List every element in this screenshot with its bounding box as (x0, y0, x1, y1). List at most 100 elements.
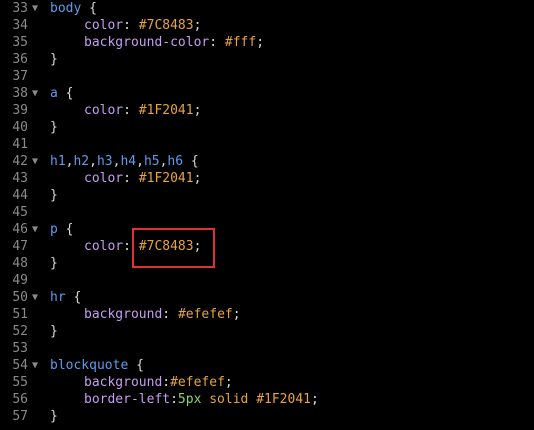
code-token: , (89, 154, 97, 169)
line-number: 43 (12, 171, 28, 186)
code-token: : (123, 103, 139, 118)
code-line[interactable]: 53 (0, 340, 534, 357)
code-token: } (50, 256, 58, 271)
code-token: ; (224, 375, 233, 390)
code-token: h3 (96, 154, 113, 169)
code-token: : (170, 392, 178, 407)
code-line[interactable]: 55 background:#efefef; (0, 374, 534, 391)
code-token: : (123, 171, 139, 186)
code-line[interactable]: 56 border-left:5px solid #1F2041; (0, 391, 534, 408)
code-line[interactable]: 40} (0, 119, 534, 136)
code-line[interactable]: 34 color: #7C8483; (0, 17, 534, 34)
code-line[interactable]: 46 ▼ p { (0, 221, 534, 238)
code-token: background (84, 375, 163, 390)
code-token: } (50, 324, 58, 339)
code-line[interactable]: 33 ▼ body { (0, 0, 534, 17)
code-token: body (50, 1, 82, 16)
code-text: } (50, 408, 58, 425)
line-number: 55 (12, 375, 28, 390)
code-token: #fff (224, 35, 257, 50)
code-token: h6 (167, 154, 184, 169)
code-token: } (50, 409, 58, 424)
line-number: 47 (12, 239, 28, 254)
fold-arrow-icon[interactable]: ▼ (32, 85, 42, 102)
code-token: color (84, 103, 124, 118)
code-text: } (50, 323, 58, 340)
code-text: background: #efefef; (50, 306, 241, 323)
code-token: ; (193, 18, 202, 33)
code-token: border-left (84, 392, 171, 407)
code-text: } (50, 187, 58, 204)
code-line[interactable]: 41 (0, 136, 534, 153)
fold-arrow-icon[interactable]: ▼ (32, 357, 42, 374)
code-token: #7C8483 (138, 18, 194, 33)
code-lines: 33 ▼ body {34 color: #7C8483; 35 background-c… (0, 0, 534, 425)
code-line[interactable]: 51 background: #efefef; (0, 306, 534, 323)
code-line[interactable]: 35 background-color: #fff; (0, 34, 534, 51)
code-token: #1F2041 (138, 171, 194, 186)
fold-arrow-icon[interactable]: ▼ (32, 221, 42, 238)
highlight-box (132, 228, 215, 268)
code-text: a { (50, 85, 73, 102)
code-line[interactable]: 54 ▼ blockquote { (0, 357, 534, 374)
code-token: blockquote (50, 358, 129, 373)
code-line[interactable]: 42 ▼ h1,h2,h3,h4,h5,h6 { (0, 153, 534, 170)
code-text: h1,h2,h3,h4,h5,h6 { (50, 153, 199, 170)
code-editor[interactable]: 33 ▼ body {34 color: #7C8483; 35 background-c… (0, 0, 534, 430)
code-line[interactable]: 38 ▼ a { (0, 85, 534, 102)
code-line[interactable]: 36} (0, 51, 534, 68)
code-text: border-left:5px solid #1F2041; (50, 391, 319, 408)
fold-arrow-icon[interactable]: ▼ (32, 0, 42, 17)
code-text: color: #1F2041; (50, 102, 201, 119)
code-text: background:#efefef; (50, 374, 233, 391)
line-number: 36 (12, 52, 28, 67)
line-number: 44 (12, 188, 28, 203)
line-number: 53 (12, 341, 28, 356)
code-token: ; (256, 35, 265, 50)
code-text: color: #7C8483; (50, 17, 201, 34)
code-text: p { (50, 221, 73, 238)
fold-arrow-icon[interactable]: ▼ (32, 153, 42, 170)
code-line[interactable]: 57} (0, 408, 534, 425)
code-token: , (136, 154, 144, 169)
line-number: 40 (12, 120, 28, 135)
code-token: #efefef (170, 375, 225, 390)
code-token: solid #1F2041 (201, 392, 311, 407)
fold-arrow-icon[interactable]: ▼ (32, 289, 42, 306)
line-number: 41 (12, 137, 28, 152)
code-token: { (128, 358, 144, 373)
line-number: 37 (12, 69, 28, 84)
code-line[interactable]: 39 color: #1F2041; (0, 102, 534, 119)
code-line[interactable]: 48} (0, 255, 534, 272)
line-number: 46 (12, 222, 28, 237)
code-line[interactable]: 52} (0, 323, 534, 340)
code-text: } (50, 119, 58, 136)
code-line[interactable]: 49 (0, 272, 534, 289)
code-token: { (65, 290, 82, 305)
code-token: h1 (50, 154, 66, 169)
code-token: ; (310, 392, 319, 407)
code-line[interactable]: 45 (0, 204, 534, 221)
line-number: 52 (12, 324, 28, 339)
code-line[interactable]: 47 color: #7C8483; (0, 238, 534, 255)
line-number: 38 (12, 86, 28, 101)
code-token: #1F2041 (138, 103, 194, 118)
code-token: : (162, 307, 178, 322)
code-line[interactable]: 43 color: #1F2041; (0, 170, 534, 187)
line-number: 54 (12, 358, 28, 373)
code-token: ; (193, 103, 202, 118)
line-number: 49 (12, 273, 28, 288)
code-token: : (209, 35, 225, 50)
line-number: 34 (12, 18, 28, 33)
code-line[interactable]: 44} (0, 187, 534, 204)
code-token: color (84, 171, 124, 186)
code-token: : (162, 375, 171, 390)
code-token: #efefef (177, 307, 233, 322)
code-text: blockquote { (50, 357, 144, 374)
code-line[interactable]: 50 ▼ hr { (0, 289, 534, 306)
code-token: h5 (143, 154, 160, 169)
code-token: 5px (177, 392, 202, 407)
code-token: color (84, 18, 124, 33)
code-token: color (84, 239, 124, 254)
code-line[interactable]: 37 (0, 68, 534, 85)
